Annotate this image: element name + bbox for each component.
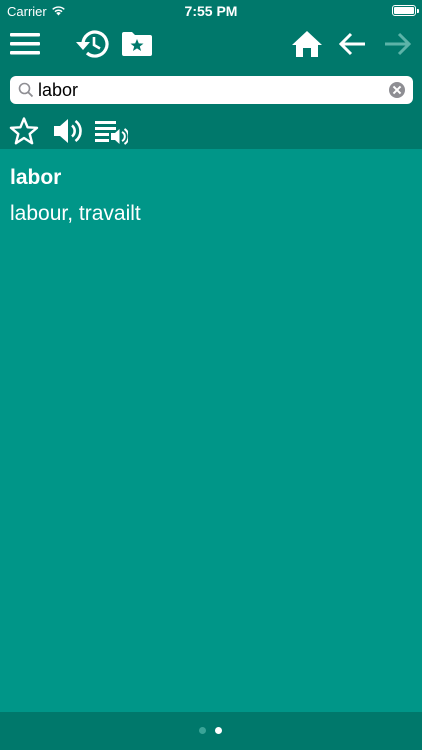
star-icon[interactable] (8, 116, 40, 146)
favorites-folder-icon[interactable] (120, 30, 154, 58)
headword: labor (10, 166, 62, 189)
battery-icon (392, 5, 419, 16)
menu-icon[interactable] (8, 30, 42, 58)
history-icon[interactable] (74, 28, 110, 60)
search-field[interactable] (10, 76, 413, 104)
page-dot-1[interactable] (199, 727, 206, 734)
speaker-icon[interactable] (51, 116, 85, 146)
search-icon (18, 82, 34, 103)
playlist-audio-icon[interactable] (93, 116, 129, 146)
search-input[interactable] (38, 76, 378, 104)
status-bar: Carrier 7:55 PM (0, 0, 422, 22)
forward-arrow-icon[interactable] (382, 30, 412, 58)
toolbar (0, 22, 422, 149)
clear-search-icon[interactable] (389, 82, 405, 98)
entry-panel: labor labour, travailt (0, 149, 422, 712)
translation: labour, travailt (10, 202, 141, 225)
back-arrow-icon[interactable] (338, 30, 368, 58)
page-indicator-bar (0, 712, 422, 750)
home-icon[interactable] (290, 29, 324, 59)
clock: 7:55 PM (184, 3, 238, 19)
page-dot-2[interactable] (215, 727, 222, 734)
